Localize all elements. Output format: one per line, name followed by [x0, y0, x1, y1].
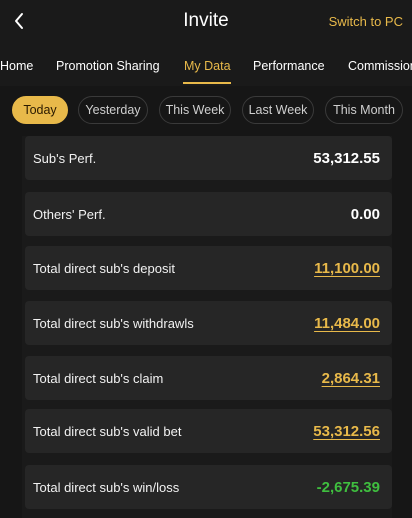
stat-direct-sub-win-loss: Total direct sub's win/loss -2,675.39	[25, 465, 392, 509]
period-this-week[interactable]: This Week	[159, 96, 231, 124]
stat-others-perf: Others' Perf. 0.00	[25, 192, 392, 236]
stat-label: Total direct sub's claim	[33, 370, 164, 386]
stat-direct-sub-valid-bet: Total direct sub's valid bet 53,312.56	[25, 409, 392, 453]
stat-value: 0.00	[350, 205, 380, 223]
stat-label: Total direct sub's deposit	[33, 260, 175, 276]
tab-bar: Home Promotion Sharing My Data Performan…	[0, 44, 412, 86]
stat-label: Total direct sub's valid bet	[33, 423, 182, 439]
stat-value: -2,675.39	[316, 478, 380, 496]
tab-promotion-sharing[interactable]: Promotion Sharing	[56, 59, 160, 73]
stat-direct-sub-deposit: Total direct sub's deposit 11,100.00	[25, 246, 392, 290]
stat-value-link[interactable]: 11,100.00	[314, 260, 380, 277]
stat-label: Total direct sub's win/loss	[33, 479, 180, 495]
stat-subs-perf: Sub's Perf. 53,312.55	[25, 136, 392, 180]
period-yesterday[interactable]: Yesterday	[78, 96, 148, 124]
switch-to-pc-link[interactable]: Switch to PC	[329, 14, 403, 29]
tab-commission[interactable]: Commission	[348, 59, 412, 73]
stat-value-link[interactable]: 53,312.56	[313, 423, 380, 440]
period-this-month[interactable]: This Month	[325, 96, 403, 124]
stat-direct-sub-claim: Total direct sub's claim 2,864.31	[25, 356, 392, 400]
stat-label: Total direct sub's withdrawls	[33, 315, 194, 331]
top-bar: Invite Switch to PC	[0, 0, 412, 44]
stat-direct-sub-withdrawls: Total direct sub's withdrawls 11,484.00	[25, 301, 392, 345]
stat-value-link[interactable]: 11,484.00	[314, 315, 380, 332]
period-last-week[interactable]: Last Week	[242, 96, 314, 124]
period-today[interactable]: Today	[12, 96, 68, 124]
tab-performance[interactable]: Performance	[253, 59, 325, 73]
tab-my-data[interactable]: My Data	[184, 59, 231, 73]
period-filter: Today Yesterday This Week Last Week This…	[0, 86, 412, 136]
stat-value-link[interactable]: 2,864.31	[322, 370, 380, 387]
stat-label: Sub's Perf.	[33, 150, 97, 166]
stat-label: Others' Perf.	[33, 206, 106, 222]
tab-home[interactable]: Home	[0, 59, 33, 73]
stat-value: 53,312.55	[313, 149, 380, 167]
active-tab-indicator	[183, 82, 231, 84]
